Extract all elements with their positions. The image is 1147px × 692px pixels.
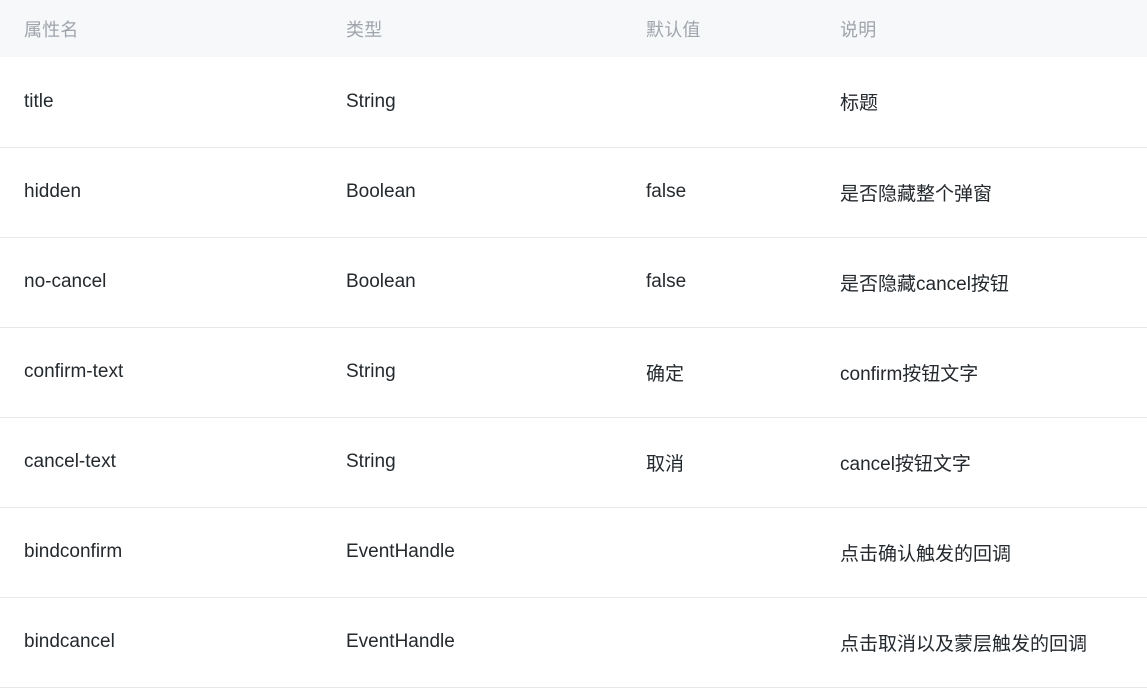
cell-default-value bbox=[623, 507, 820, 598]
cell-type: String bbox=[323, 57, 623, 148]
table-row: title String 标题 bbox=[0, 57, 1147, 148]
cell-description: 点击取消以及蒙层触发的回调 bbox=[820, 597, 1147, 688]
cell-description: 是否隐藏整个弹窗 bbox=[820, 147, 1147, 238]
cell-type: Boolean bbox=[323, 237, 623, 328]
cell-property-name: hidden bbox=[0, 147, 323, 238]
cell-default-value bbox=[623, 57, 820, 148]
cell-description: cancel按钮文字 bbox=[820, 417, 1147, 508]
column-header-type: 类型 bbox=[323, 0, 623, 57]
cell-property-name: title bbox=[0, 57, 323, 148]
cell-description: confirm按钮文字 bbox=[820, 327, 1147, 418]
table-row: cancel-text String 取消 cancel按钮文字 bbox=[0, 417, 1147, 508]
cell-property-name: cancel-text bbox=[0, 417, 323, 508]
cell-description: 标题 bbox=[820, 57, 1147, 148]
cell-type: String bbox=[323, 327, 623, 418]
table-header: 属性名 类型 默认值 说明 bbox=[0, 0, 1147, 57]
cell-description: 是否隐藏cancel按钮 bbox=[820, 237, 1147, 328]
cell-type: Boolean bbox=[323, 147, 623, 238]
properties-table: 属性名 类型 默认值 说明 title String 标题 hidden Boo… bbox=[0, 0, 1147, 688]
cell-type: EventHandle bbox=[323, 597, 623, 688]
cell-default-value bbox=[623, 597, 820, 688]
table-header-row: 属性名 类型 默认值 说明 bbox=[0, 0, 1147, 57]
column-header-property-name: 属性名 bbox=[0, 0, 323, 57]
table-row: no-cancel Boolean false 是否隐藏cancel按钮 bbox=[0, 237, 1147, 328]
cell-default-value: false bbox=[623, 237, 820, 328]
cell-property-name: no-cancel bbox=[0, 237, 323, 328]
cell-default-value: 取消 bbox=[623, 417, 820, 508]
table-row: bindconfirm EventHandle 点击确认触发的回调 bbox=[0, 507, 1147, 598]
table-row: bindcancel EventHandle 点击取消以及蒙层触发的回调 bbox=[0, 597, 1147, 688]
table-row: confirm-text String 确定 confirm按钮文字 bbox=[0, 327, 1147, 418]
cell-default-value: 确定 bbox=[623, 327, 820, 418]
cell-property-name: confirm-text bbox=[0, 327, 323, 418]
cell-property-name: bindconfirm bbox=[0, 507, 323, 598]
table-row: hidden Boolean false 是否隐藏整个弹窗 bbox=[0, 147, 1147, 238]
cell-type: String bbox=[323, 417, 623, 508]
cell-type: EventHandle bbox=[323, 507, 623, 598]
column-header-description: 说明 bbox=[820, 0, 1147, 57]
cell-property-name: bindcancel bbox=[0, 597, 323, 688]
table-body: title String 标题 hidden Boolean false 是否隐… bbox=[0, 57, 1147, 688]
column-header-default-value: 默认值 bbox=[623, 0, 820, 57]
cell-description: 点击确认触发的回调 bbox=[820, 507, 1147, 598]
cell-default-value: false bbox=[623, 147, 820, 238]
